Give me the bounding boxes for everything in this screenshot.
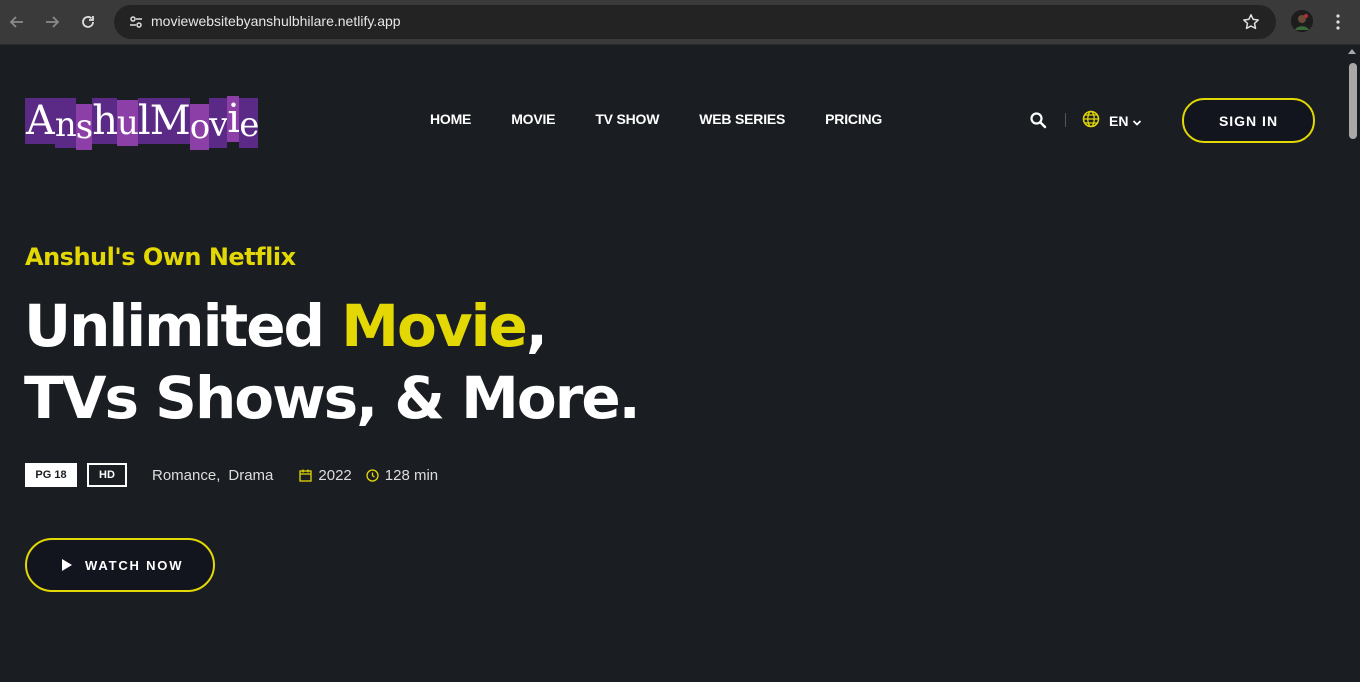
logo-letter: A (25, 98, 55, 144)
nav-pricing[interactable]: PRICING (825, 111, 882, 127)
headline-comma: , (525, 292, 548, 360)
watch-now-button[interactable]: WATCH NOW (25, 538, 215, 592)
browser-toolbar: moviewebsitebyanshulbhilare.netlify.app (0, 0, 1360, 45)
watch-now-label: WATCH NOW (85, 557, 184, 573)
logo-letter: o (189, 104, 210, 150)
logo-letter: i (227, 96, 240, 142)
globe-icon (1082, 110, 1100, 132)
play-icon (62, 559, 72, 571)
logo-letter: s (75, 104, 93, 150)
clock-icon (366, 468, 379, 482)
release-date: 2022 (299, 466, 352, 484)
page-scrollbar[interactable] (1345, 45, 1360, 682)
logo-letter: e (239, 98, 259, 148)
runtime-text: 128 min (384, 466, 439, 484)
headline-highlight: Movie (341, 292, 528, 360)
site-logo[interactable]: A n s h u l M o v i e (25, 96, 259, 150)
nav-home[interactable]: HOME (430, 111, 471, 127)
header-divider (1065, 113, 1066, 127)
genre-link[interactable]: Drama (228, 467, 273, 484)
nav-movie[interactable]: MOVIE (511, 111, 555, 127)
forward-arrow-icon[interactable] (40, 10, 64, 34)
profile-avatar[interactable] (1291, 10, 1313, 32)
headline-line-1: Unlimited Movie, (24, 290, 639, 362)
logo-letter: h (92, 98, 118, 144)
back-arrow-icon[interactable] (5, 10, 29, 34)
runtime: 128 min (366, 467, 438, 484)
nav-tv-show[interactable]: TV SHOW (595, 111, 659, 127)
address-bar[interactable]: moviewebsitebyanshulbhilare.netlify.app (114, 5, 1276, 39)
headline-text: Unlimited (24, 292, 342, 360)
language-selector[interactable]: EN (1082, 110, 1142, 132)
headline-line-2: TVs Shows, & More. (24, 364, 641, 432)
release-year: 2022 (318, 466, 352, 484)
url-text[interactable]: moviewebsitebyanshulbhilare.netlify.app (151, 13, 401, 29)
movie-meta: PG 18 HD Romance, Drama 2022 128 min (25, 463, 438, 487)
genre-list: Romance, Drama (152, 467, 273, 484)
calendar-icon (299, 469, 313, 482)
chevron-down-icon (1132, 112, 1142, 131)
scroll-thumb[interactable] (1349, 63, 1357, 139)
main-nav: HOME MOVIE TV SHOW WEB SERIES PRICING (430, 111, 922, 127)
reload-icon[interactable] (76, 10, 100, 34)
rating-badge: PG 18 (25, 463, 77, 487)
star-icon[interactable] (1240, 11, 1262, 33)
logo-letter: n (54, 98, 77, 148)
logo-letter: u (117, 100, 139, 146)
sign-in-button[interactable]: SIGN IN (1182, 98, 1315, 143)
scroll-up-arrow-icon[interactable] (1348, 49, 1356, 54)
search-icon[interactable] (1029, 111, 1047, 129)
language-label: EN (1109, 113, 1129, 129)
logo-letter: v (209, 98, 228, 148)
hero-tagline: Anshul's Own Netflix (25, 243, 296, 271)
nav-web-series[interactable]: WEB SERIES (699, 111, 785, 127)
logo-letter: l (137, 98, 151, 144)
genre-link[interactable]: Romance, (152, 467, 220, 484)
logo-letter: M (149, 98, 191, 144)
hero-headline: Unlimited Movie, TVs Shows, & More. (24, 290, 641, 434)
site-settings-icon[interactable] (124, 10, 148, 34)
menu-dots-icon[interactable] (1328, 10, 1348, 34)
quality-badge: HD (87, 463, 127, 487)
